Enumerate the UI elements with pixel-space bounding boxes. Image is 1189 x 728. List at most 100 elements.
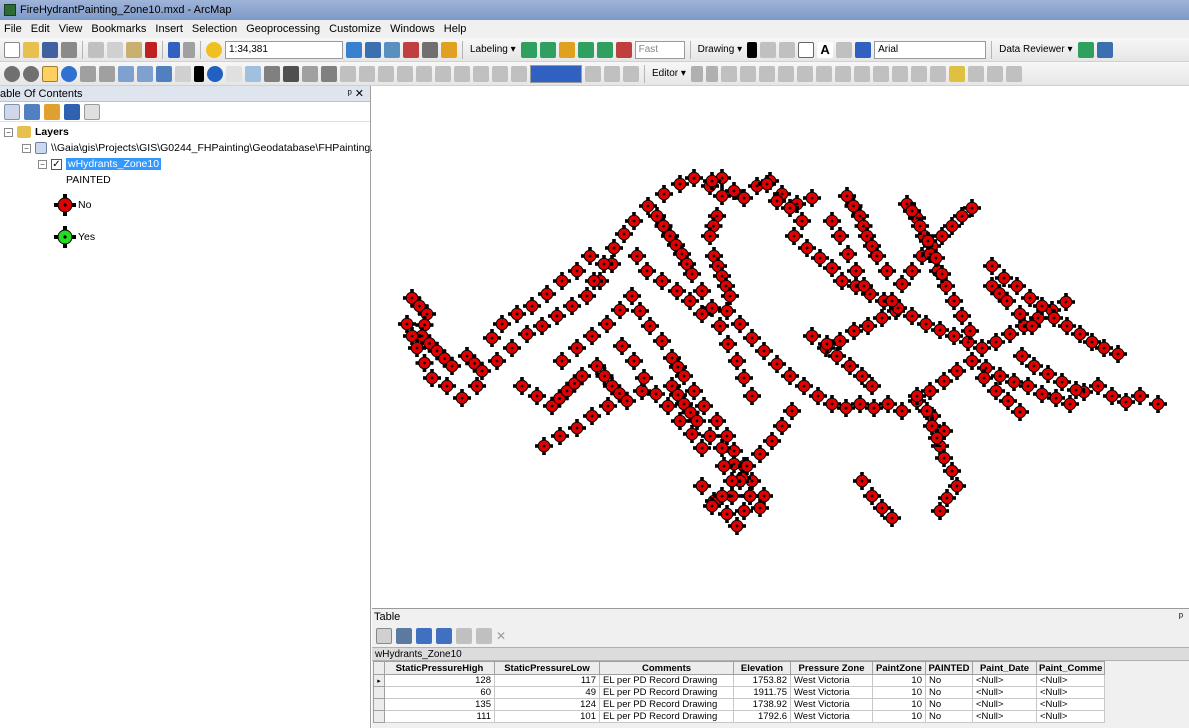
collapse-icon[interactable]: −: [22, 143, 31, 153]
time-slider-icon[interactable]: [340, 65, 356, 82]
table-cell[interactable]: 1792.6: [733, 710, 791, 723]
point-icon[interactable]: [777, 65, 794, 82]
save-icon[interactable]: [42, 41, 58, 58]
hydrant-point[interactable]: [538, 285, 556, 303]
menu-insert[interactable]: Insert: [155, 23, 183, 35]
create-viewer-window-icon[interactable]: [359, 65, 375, 82]
table-cell[interactable]: 10: [872, 698, 926, 711]
table-cell[interactable]: No: [925, 674, 973, 687]
hydrant-point[interactable]: [488, 352, 506, 370]
table-cell[interactable]: <Null>: [972, 698, 1037, 711]
pan-icon[interactable]: [42, 65, 58, 82]
table-tab[interactable]: wHydrants_Zone10: [372, 647, 1189, 661]
hydrant-point[interactable]: [628, 247, 646, 265]
hydrant-point[interactable]: [893, 275, 911, 293]
hydrant-point[interactable]: [551, 427, 569, 445]
sketch-properties-icon[interactable]: [910, 65, 927, 82]
hydrant-point[interactable]: [719, 335, 737, 353]
table-cell[interactable]: 117: [494, 674, 600, 687]
hydrant-point[interactable]: [681, 292, 699, 310]
trace-icon[interactable]: [758, 65, 775, 82]
select-elements-icon[interactable]: [747, 41, 758, 58]
reviewer-tool-icon[interactable]: [948, 65, 965, 82]
table-cell[interactable]: 49: [494, 686, 600, 699]
reviewer-tool-4-icon[interactable]: [1005, 65, 1022, 82]
table-cell[interactable]: 10: [872, 686, 926, 699]
table-cell[interactable]: 101: [494, 710, 600, 723]
layer-visibility-checkbox[interactable]: ✓: [51, 158, 62, 170]
fixed-zoom-out-icon[interactable]: [99, 65, 115, 82]
map-display[interactable]: [372, 86, 1189, 608]
hydrant-point[interactable]: [647, 385, 665, 403]
find-route-icon[interactable]: [302, 65, 318, 82]
table-cell[interactable]: 128: [384, 674, 495, 687]
data-reviewer-menu[interactable]: Data Reviewer ▾: [999, 44, 1072, 55]
zoom-to-selected-icon[interactable]: [779, 41, 796, 58]
hydrant-point[interactable]: [743, 329, 761, 347]
search-window-icon[interactable]: [403, 41, 419, 58]
table-cell[interactable]: <Null>: [1035, 686, 1106, 699]
switch-selection-icon[interactable]: [436, 628, 452, 644]
hydrant-point[interactable]: [553, 272, 571, 290]
hydrant-point[interactable]: [611, 301, 629, 319]
hydrant-point[interactable]: [655, 185, 673, 203]
hydrant-point[interactable]: [853, 472, 871, 490]
column-header[interactable]: Elevation: [733, 661, 791, 675]
layers-node[interactable]: − Layers: [4, 126, 69, 138]
collapse-icon[interactable]: −: [38, 159, 47, 169]
table-cell[interactable]: No: [925, 686, 973, 699]
redo-icon[interactable]: [183, 41, 195, 58]
label-priority-icon[interactable]: [539, 41, 556, 58]
hydrant-point[interactable]: [641, 317, 659, 335]
hydrant-point[interactable]: [823, 259, 841, 277]
hydrant-point[interactable]: [563, 297, 581, 315]
hydrant-point[interactable]: [865, 399, 883, 417]
hydrant-point[interactable]: [731, 315, 749, 333]
hydrant-point[interactable]: [513, 377, 531, 395]
hydrant-point[interactable]: [1149, 395, 1167, 413]
hydrant-point[interactable]: [983, 257, 1001, 275]
menu-bookmarks[interactable]: Bookmarks: [91, 23, 146, 35]
layout-tools-2-icon[interactable]: [397, 65, 413, 82]
menu-file[interactable]: File: [4, 23, 22, 35]
hydrant-point[interactable]: [735, 369, 753, 387]
table-cell[interactable]: <Null>: [972, 686, 1037, 699]
text-icon[interactable]: A: [817, 41, 834, 58]
hydrant-point[interactable]: [839, 245, 857, 263]
table-cell[interactable]: EL per PD Record Drawing: [599, 710, 734, 723]
hydrant-point[interactable]: [583, 327, 601, 345]
create-features-icon[interactable]: [929, 65, 946, 82]
hydrant-point[interactable]: [763, 432, 781, 450]
table-cell[interactable]: EL per PD Record Drawing: [599, 698, 734, 711]
hydrant-point[interactable]: [903, 262, 921, 280]
hydrant-point[interactable]: [811, 249, 829, 267]
row-selector[interactable]: [373, 686, 385, 699]
arctoolbox-icon[interactable]: [422, 41, 438, 58]
html-popup-icon[interactable]: [245, 65, 261, 82]
edit-vertices-icon[interactable]: [836, 41, 853, 58]
hydrant-point[interactable]: [453, 389, 471, 407]
rectangle-icon[interactable]: [798, 41, 815, 58]
hydrant-point[interactable]: [625, 212, 643, 230]
table-row[interactable]: 111 101 EL per PD Record Drawing 1792.6 …: [373, 710, 1106, 723]
layout-tools-9-icon[interactable]: [585, 65, 601, 82]
menu-help[interactable]: Help: [444, 23, 467, 35]
table-cell[interactable]: <Null>: [1035, 698, 1106, 711]
related-tables-icon[interactable]: [396, 628, 412, 644]
label-manager-icon[interactable]: [520, 41, 537, 58]
hydrant-point[interactable]: [599, 397, 617, 415]
menu-selection[interactable]: Selection: [192, 23, 237, 35]
menu-view[interactable]: View: [59, 23, 83, 35]
paste-icon[interactable]: [126, 41, 142, 58]
zoom-in-icon[interactable]: [4, 65, 20, 82]
hydrant-point[interactable]: [548, 307, 566, 325]
zoom-out-icon[interactable]: [23, 65, 39, 82]
menu-customize[interactable]: Customize: [329, 23, 381, 35]
table-cell[interactable]: 124: [494, 698, 600, 711]
hydrant-point[interactable]: [999, 392, 1017, 410]
toc-pin-close-icon[interactable]: ᵖ ✕: [348, 87, 364, 100]
hydrant-point[interactable]: [781, 367, 799, 385]
edit-annotation-icon[interactable]: [705, 65, 718, 82]
python-window-icon[interactable]: [441, 41, 457, 58]
labeling-menu[interactable]: Labeling ▾: [470, 44, 516, 55]
